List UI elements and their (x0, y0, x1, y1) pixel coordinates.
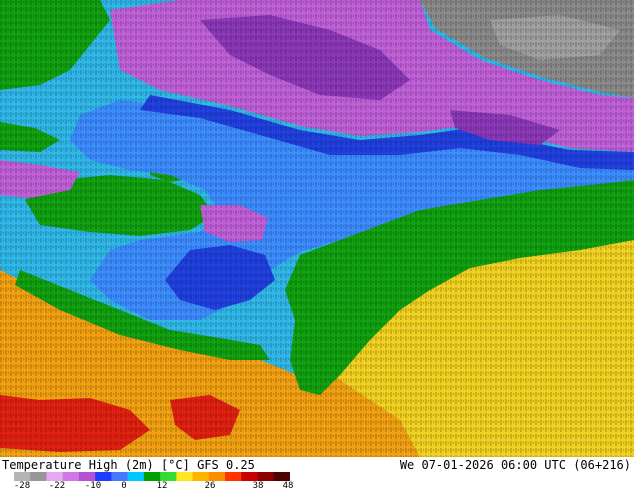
color-swatch (30, 472, 47, 481)
color-swatch (273, 472, 290, 481)
color-scale-bar (14, 472, 290, 481)
color-swatch (192, 472, 210, 481)
product-title: Temperature High (2m) [°C] GFS 0.25 (2, 458, 255, 472)
map-footer: Temperature High (2m) [°C] GFS 0.25 We 0… (0, 457, 634, 491)
color-swatch (208, 472, 226, 481)
color-swatch (160, 472, 177, 481)
color-swatch (225, 472, 242, 481)
color-swatch (78, 472, 96, 481)
color-swatch (111, 472, 129, 481)
valid-time: We 07-01-2026 06:00 UTC (06+216) (399, 458, 631, 472)
color-swatch (46, 472, 64, 481)
color-swatch (95, 472, 112, 481)
color-swatch (14, 472, 31, 481)
color-swatch (176, 472, 194, 481)
temperature-map (0, 0, 634, 457)
color-swatch (241, 472, 259, 481)
color-swatch (127, 472, 145, 481)
color-swatch (257, 472, 275, 481)
color-swatch (62, 472, 80, 481)
value-texture (0, 0, 634, 457)
color-swatch (143, 472, 161, 481)
